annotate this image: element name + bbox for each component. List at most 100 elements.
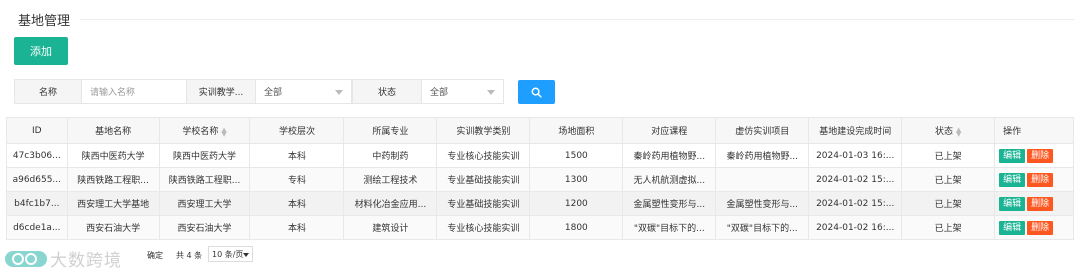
cell-course: 无人机航测虚拟...	[622, 167, 717, 192]
chevron-down-icon	[243, 253, 249, 257]
category-filter-select[interactable]: 全部	[256, 79, 352, 104]
col-header-id: ID	[6, 117, 68, 144]
cell-category: 专业基础技能实训	[436, 167, 531, 192]
cell-area: 1200	[529, 191, 624, 216]
cell-virtual-project	[715, 167, 810, 192]
page-confirm-button[interactable]: 确定	[147, 250, 163, 261]
col-header-school-name[interactable]: 学校名称 ▲ ▼	[158, 117, 251, 144]
cell-school-level: 本科	[249, 215, 345, 240]
cell-id: 47c3b06...	[6, 143, 68, 168]
watermark: 大数跨境	[4, 246, 122, 271]
cell-school-level: 本科	[249, 191, 345, 216]
col-header-course: 对应课程	[622, 117, 717, 144]
col-header-status[interactable]: 状态 ▲ ▼	[901, 117, 996, 144]
cell-school-name: 西安理工大学	[158, 191, 251, 216]
cell-id: b4fc1b7...	[6, 191, 68, 216]
cell-actions: 编辑 删除	[994, 191, 1074, 216]
watermark-text: 大数跨境	[50, 251, 122, 271]
total-count: 共 4 条	[176, 251, 203, 260]
table-row: a96d655... 陕西铁路工程职... 陕西铁路工程职... 专科 测绘工程…	[6, 167, 1074, 192]
category-filter-value: 全部	[264, 88, 283, 98]
col-header-school-name-label: 学校名称	[182, 127, 219, 137]
col-header-school-level: 学校层次	[249, 117, 345, 144]
delete-button[interactable]: 删除	[1027, 220, 1054, 235]
col-header-base-name: 基地名称	[66, 117, 160, 144]
cell-status: 已上架	[901, 191, 996, 216]
cell-id: d6cde1a...	[6, 215, 68, 240]
col-header-completion-time: 基地建设完成时间	[808, 117, 903, 144]
col-header-status-label: 状态	[934, 127, 953, 137]
status-filter-select[interactable]: 全部	[422, 79, 504, 104]
cell-base-name: 西安理工大学基地	[66, 191, 160, 216]
cell-major: 测绘工程技术	[343, 167, 438, 192]
cell-actions: 编辑 删除	[994, 143, 1074, 168]
cell-base-name: 陕西中医药大学	[66, 143, 160, 168]
cell-status: 已上架	[901, 143, 996, 168]
edit-button[interactable]: 编辑	[999, 148, 1026, 163]
table-row: 47c3b06... 陕西中医药大学 陕西中医药大学 本科 中药制药 专业核心技…	[6, 143, 1074, 168]
cell-status: 已上架	[901, 215, 996, 240]
cell-actions: 编辑 删除	[994, 167, 1074, 192]
sort-icon[interactable]: ▲ ▼	[221, 126, 226, 137]
col-header-area: 场地面积	[529, 117, 624, 144]
cell-school-level: 专科	[249, 167, 345, 192]
status-filter-label: 状态	[352, 79, 422, 104]
category-filter-label: 实训教学...	[186, 79, 256, 104]
cell-completion-time: 2024-01-02 15:...	[808, 191, 903, 216]
page-size-select[interactable]: 10 条/页	[208, 246, 253, 262]
cell-area: 1500	[529, 143, 624, 168]
cell-completion-time: 2024-01-02 15:...	[808, 167, 903, 192]
delete-button[interactable]: 删除	[1027, 172, 1054, 187]
col-header-category: 实训教学类别	[436, 117, 531, 144]
cell-course: "双碳"目标下的...	[622, 215, 717, 240]
cell-school-name: 西安石油大学	[158, 215, 251, 240]
cell-virtual-project: 金属塑性变形与...	[715, 191, 810, 216]
search-button[interactable]	[518, 80, 555, 104]
chevron-down-icon	[487, 90, 495, 95]
table-row: d6cde1a... 西安石油大学 西安石油大学 本科 建筑设计 专业核心技能实…	[6, 215, 1074, 240]
cell-category: 专业核心技能实训	[436, 143, 531, 168]
edit-button[interactable]: 编辑	[999, 220, 1026, 235]
cell-status: 已上架	[901, 167, 996, 192]
delete-button[interactable]: 删除	[1027, 148, 1054, 163]
cell-completion-time: 2024-01-02 16:...	[808, 215, 903, 240]
edit-button[interactable]: 编辑	[999, 172, 1026, 187]
cell-course: 秦岭药用植物野...	[622, 143, 717, 168]
cell-virtual-project: "双碳"目标下的...	[715, 215, 810, 240]
base-table: ID 基地名称 学校名称 ▲ ▼ 学校层次 所属专业 实训教学类别 场地面积 对应课…	[6, 117, 1074, 240]
cell-school-name: 陕西铁路工程职...	[158, 167, 251, 192]
cell-virtual-project: 秦岭药用植物野...	[715, 143, 810, 168]
chevron-down-icon	[335, 90, 343, 95]
cell-base-name: 陕西铁路工程职...	[66, 167, 160, 192]
status-filter-value: 全部	[430, 88, 449, 98]
cell-completion-time: 2024-01-03 16:...	[808, 143, 903, 168]
cell-base-name: 西安石油大学	[66, 215, 160, 240]
cell-course: 金属塑性变形与...	[622, 191, 717, 216]
cell-major: 建筑设计	[343, 215, 438, 240]
cell-area: 1800	[529, 215, 624, 240]
cell-category: 专业基础技能实训	[436, 191, 531, 216]
sort-icon[interactable]: ▲ ▼	[956, 126, 961, 137]
cell-major: 中药制药	[343, 143, 438, 168]
page-title: 基地管理	[18, 14, 71, 29]
cell-id: a96d655...	[6, 167, 68, 192]
watermark-logo-icon	[5, 250, 47, 267]
col-header-virtual-project: 虚仿实训项目	[715, 117, 810, 144]
table-header-row: ID 基地名称 学校名称 ▲ ▼ 学校层次 所属专业 实训教学类别 场地面积 对应课…	[6, 117, 1074, 144]
edit-button[interactable]: 编辑	[999, 196, 1026, 211]
cell-school-name: 陕西中医药大学	[158, 143, 251, 168]
name-filter-input[interactable]: 请输入名称	[82, 79, 188, 104]
cell-area: 1300	[529, 167, 624, 192]
col-header-actions: 操作	[994, 117, 1074, 144]
cell-school-level: 本科	[249, 143, 345, 168]
delete-button[interactable]: 删除	[1027, 196, 1054, 211]
table-row: b4fc1b7... 西安理工大学基地 西安理工大学 本科 材料化冶金应用...…	[6, 191, 1074, 216]
add-button[interactable]: 添加	[14, 37, 68, 65]
cell-actions: 编辑 删除	[994, 215, 1074, 240]
cell-category: 专业核心技能实训	[436, 215, 531, 240]
header-divider	[80, 19, 1074, 20]
cell-major: 材料化冶金应用...	[343, 191, 438, 216]
col-header-major: 所属专业	[343, 117, 438, 144]
search-icon	[531, 87, 542, 98]
name-filter-label: 名称	[14, 79, 82, 104]
